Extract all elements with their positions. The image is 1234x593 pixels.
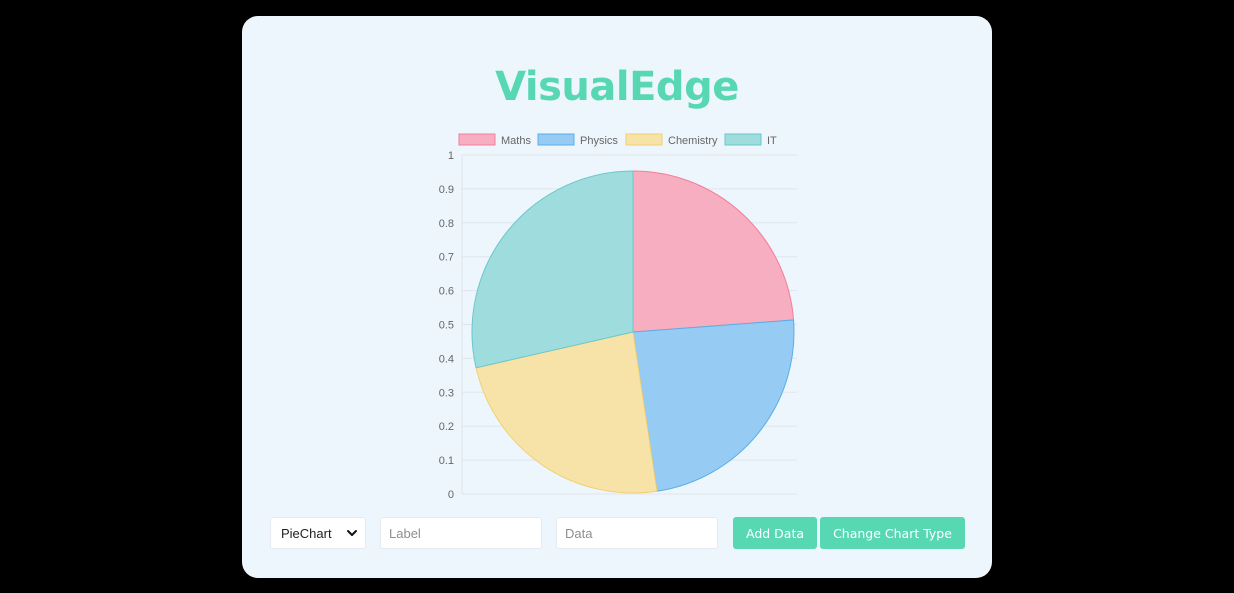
y-tick-label: 0 bbox=[448, 489, 454, 501]
legend-swatch bbox=[625, 133, 663, 146]
chart-type-select[interactable]: PieChart bbox=[270, 517, 366, 549]
y-tick-label: 0.8 bbox=[439, 218, 454, 230]
pie-slice bbox=[632, 319, 795, 492]
y-tick-label: 0.5 bbox=[439, 320, 454, 332]
y-tick-label: 0.9 bbox=[439, 184, 454, 196]
legend-label: Maths bbox=[501, 135, 531, 147]
y-tick-label: 0.2 bbox=[439, 421, 454, 433]
chart-area: 0 0.1 0.2 0.3 0.4 0.5 0.6 0.7 0.8 0.9 1 Maths Physic… bbox=[439, 133, 797, 501]
legend-label: Physics bbox=[580, 135, 618, 147]
data-input[interactable] bbox=[556, 517, 718, 549]
label-input[interactable] bbox=[380, 517, 542, 549]
add-data-button[interactable]: Add Data bbox=[733, 517, 817, 549]
legend-label: IT bbox=[767, 135, 777, 147]
legend-swatch bbox=[458, 133, 496, 146]
chart-type-selected-value: PieChart bbox=[281, 525, 332, 541]
y-tick-label: 0.7 bbox=[439, 252, 454, 264]
app-card: VisualEdge 0 0.1 0.2 0.3 0.4 0.5 0.6 0.7 0.8 0.9 1… bbox=[242, 16, 992, 578]
y-tick-label: 0.3 bbox=[439, 387, 454, 399]
y-tick-label: 1 bbox=[448, 150, 454, 162]
y-tick-label: 0.4 bbox=[439, 353, 454, 365]
chevron-down-icon bbox=[347, 530, 357, 536]
legend-swatch bbox=[537, 133, 575, 146]
y-tick-label: 0.1 bbox=[439, 455, 454, 467]
legend-label: Chemistry bbox=[668, 135, 718, 147]
app-title: VisualEdge bbox=[495, 64, 739, 110]
change-chart-type-button[interactable]: Change Chart Type bbox=[820, 517, 965, 549]
legend-swatch bbox=[724, 133, 762, 146]
y-tick-label: 0.6 bbox=[439, 286, 454, 298]
pie-slice bbox=[632, 170, 795, 333]
